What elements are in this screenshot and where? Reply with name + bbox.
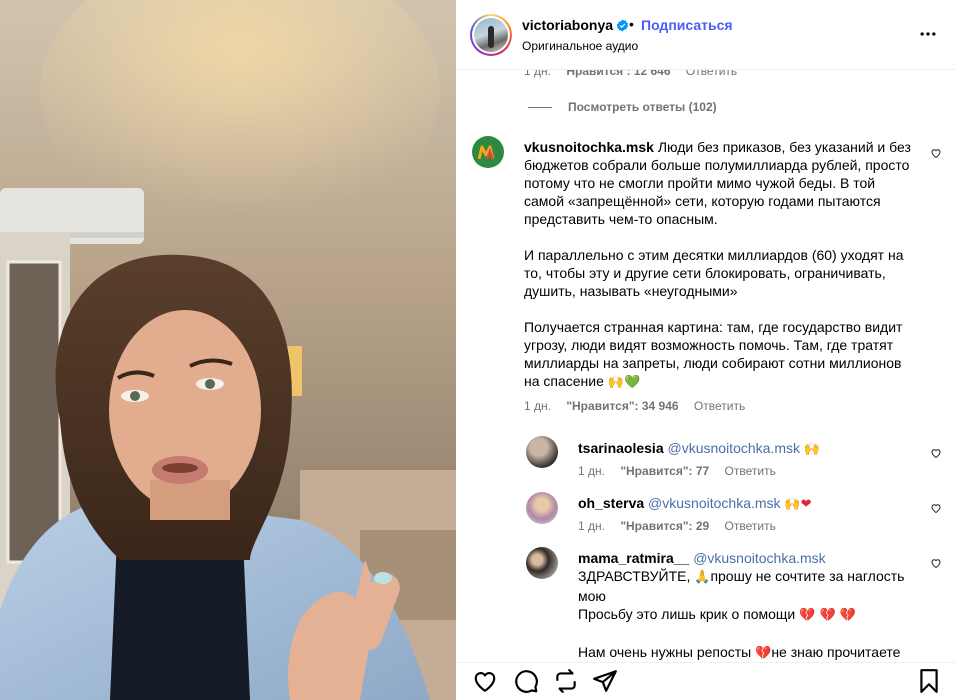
reply-username[interactable]: tsarinaolesia — [578, 440, 664, 456]
comment-meta: 1 дн. "Нравится": 34 946 Ответить — [524, 399, 757, 413]
separator-dot: • — [629, 16, 634, 32]
like-reply-heart-icon[interactable] — [930, 447, 942, 459]
reply-body: tsarinaolesia @vkusnoitochka.msk 🙌 — [578, 439, 918, 459]
comments-list[interactable]: 1 дн. Нравится : 12 646 Ответить Посмотр… — [456, 70, 955, 662]
commenter-avatar[interactable] — [472, 136, 504, 168]
reply-body: mama_ratmira__ @vkusnoitochka.msk ЗДРАВС… — [578, 549, 918, 662]
video-frame — [0, 0, 456, 700]
comment-time: 1 дн. — [524, 399, 551, 413]
reply-avatar[interactable] — [526, 547, 558, 579]
comment-likes[interactable]: "Нравится": 34 946 — [566, 399, 678, 413]
comment-body: vkusnoitochka.msk Люди без приказов, без… — [524, 138, 912, 392]
raised-hands-emoji: 🙌 — [607, 375, 624, 390]
reply-body: oh_sterva @vkusnoitochka.msk 🙌❤ — [578, 494, 918, 514]
prev-comment-meta: 1 дн. Нравится : 12 646 Ответить — [524, 70, 749, 78]
reply-text: прошу не сочтите за наглость — [710, 568, 905, 584]
reply-avatar[interactable] — [526, 492, 558, 524]
reply-button[interactable]: Ответить — [686, 70, 737, 78]
video-player[interactable] — [0, 0, 456, 700]
reply-mention[interactable]: @vkusnoitochka.msk — [668, 440, 800, 456]
view-replies-label[interactable]: Посмотреть ответы (102) — [568, 100, 717, 114]
view-replies-line — [528, 107, 552, 109]
reply-button[interactable]: Ответить — [694, 399, 745, 413]
author-username-text[interactable]: victoriabonya — [522, 17, 613, 33]
reply-text: мою — [578, 588, 606, 604]
reply-text: Просьбу это лишь крик о помощи — [578, 606, 796, 622]
mcdonalds-logo-icon — [478, 145, 495, 160]
post-action-bar — [456, 662, 955, 700]
more-icon[interactable] — [918, 24, 938, 44]
audio-link[interactable]: Оригинальное аудио — [522, 39, 638, 53]
reply-text: Нам очень нужны репосты — [578, 644, 752, 660]
comment-time: 1 дн. — [524, 70, 551, 78]
verified-icon — [616, 19, 629, 32]
bookmark-icon[interactable] — [916, 668, 942, 694]
reply-time: 1 дн. — [578, 519, 605, 533]
reply-username[interactable]: oh_sterva — [578, 495, 644, 511]
comment-icon[interactable] — [513, 668, 539, 694]
red-heart-emoji: ❤ — [800, 497, 812, 512]
green-heart-emoji: 💚 — [623, 375, 641, 390]
reply-button[interactable]: Ответить — [725, 464, 776, 478]
like-reply-heart-icon[interactable] — [930, 502, 942, 514]
pray-emoji: 🙏 — [694, 570, 711, 585]
repost-icon[interactable] — [553, 668, 579, 694]
comment-paragraph-3: Получается странная картина: там, где го… — [524, 318, 912, 392]
follow-button[interactable]: Подписаться — [641, 17, 733, 33]
view-replies-button[interactable]: Посмотреть ответы (102) — [528, 100, 717, 114]
raised-hands-emoji: 🙌 — [803, 442, 821, 457]
heart-icon[interactable] — [472, 668, 498, 694]
share-icon[interactable] — [592, 668, 618, 694]
comments-panel: victoriabonya • Подписаться Оригинальное… — [456, 0, 955, 700]
reply-text: не знаю прочитаете — [771, 644, 901, 660]
author-username[interactable]: victoriabonya — [522, 17, 629, 33]
comment-text-3: Получается странная картина: там, где го… — [524, 319, 903, 389]
reply-avatar[interactable] — [526, 436, 558, 468]
comment-paragraph-1: vkusnoitochka.msk Люди без приказов, без… — [524, 138, 912, 228]
commenter-username[interactable]: vkusnoitochka.msk — [524, 139, 654, 155]
raised-hands-emoji: 🙌 — [784, 497, 801, 512]
like-comment-heart-icon[interactable] — [930, 147, 942, 159]
author-avatar[interactable] — [470, 14, 512, 56]
reply-meta: 1 дн. "Нравится": 77 Ответить — [578, 464, 788, 478]
reply-mention[interactable]: @vkusnoitochka.msk — [693, 550, 825, 566]
broken-heart-emoji: 💔 — [755, 646, 772, 661]
post-header: victoriabonya • Подписаться Оригинальное… — [456, 0, 955, 70]
reply-mention[interactable]: @vkusnoitochka.msk — [648, 495, 780, 511]
reply-likes[interactable]: "Нравится": 29 — [620, 519, 709, 533]
reply-meta: 1 дн. "Нравится": 29 Ответить — [578, 519, 788, 533]
like-reply-heart-icon[interactable] — [930, 557, 942, 569]
reply-username[interactable]: mama_ratmira__ — [578, 550, 689, 566]
reply-likes[interactable]: "Нравится": 77 — [620, 464, 709, 478]
comment-paragraph-2: И параллельно с этим десятки миллиардов … — [524, 247, 904, 299]
broken-heart-emoji: 💔 💔 💔 — [799, 608, 856, 623]
reply-button[interactable]: Ответить — [725, 519, 776, 533]
reply-time: 1 дн. — [578, 464, 605, 478]
reply-text: ЗДРАВСТВУЙТЕ, — [578, 568, 691, 584]
comment-likes[interactable]: Нравится : 12 646 — [566, 70, 670, 78]
